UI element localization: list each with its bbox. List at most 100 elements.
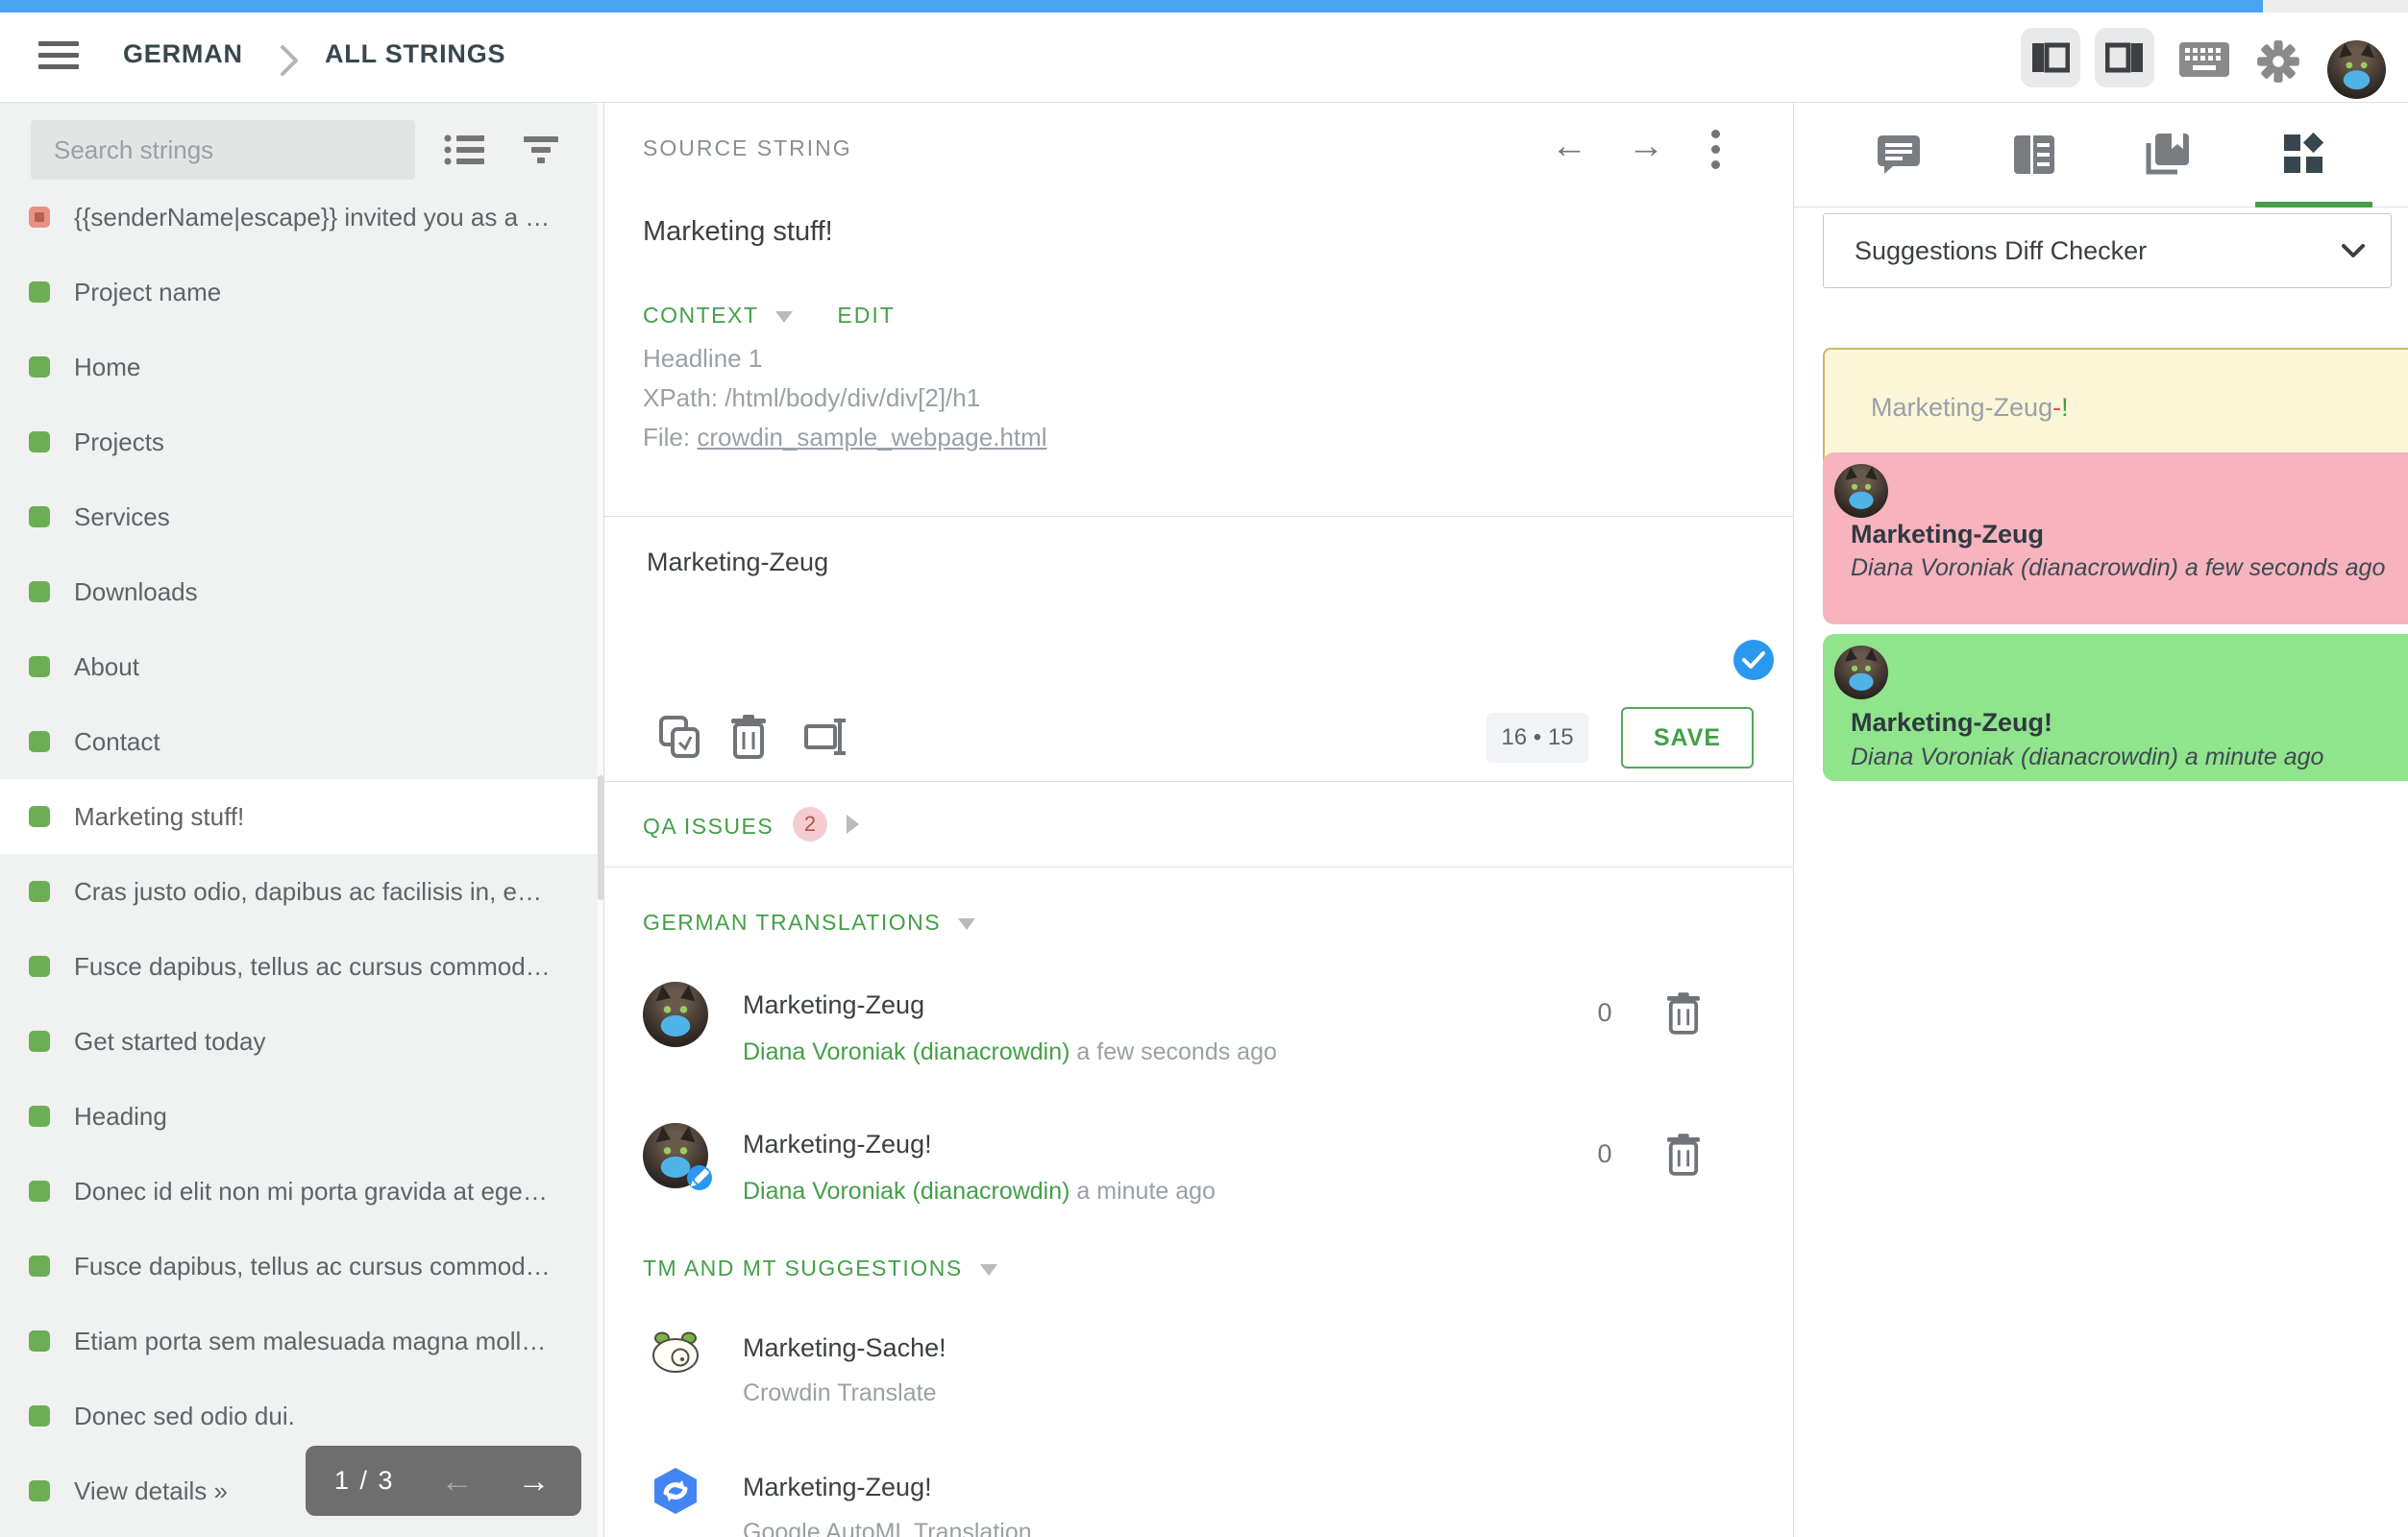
section-collapse-icon[interactable] bbox=[980, 1264, 997, 1276]
card-translation-text: Marketing-Zeug! bbox=[1851, 708, 2052, 738]
string-status-translated-icon bbox=[29, 806, 50, 827]
list-item[interactable]: Donec id elit non mi porta gravida at eg… bbox=[0, 1154, 598, 1229]
apps-dashboard-icon bbox=[2282, 133, 2326, 177]
string-status-translated-icon bbox=[29, 581, 50, 602]
translation-editor[interactable]: Marketing-Zeug bbox=[604, 516, 1795, 781]
copy-source-icon bbox=[658, 715, 700, 759]
search-input[interactable] bbox=[31, 120, 415, 180]
list-item[interactable]: Projects bbox=[0, 404, 598, 479]
list-item[interactable]: {{senderName|escape}} invited you as a … bbox=[0, 180, 598, 255]
diff-result-box: Marketing-Zeug-! bbox=[1823, 348, 2408, 467]
next-string-button[interactable]: → bbox=[1628, 128, 1664, 164]
translator-avatar bbox=[1834, 464, 1888, 518]
list-item[interactable]: Etiam porta sem malesuada magna moll… bbox=[0, 1304, 598, 1378]
german-translations-header[interactable]: GERMAN TRANSLATIONS bbox=[643, 910, 975, 936]
select-text-button[interactable] bbox=[804, 715, 848, 759]
comment-icon bbox=[1878, 135, 1920, 174]
trash-icon bbox=[1667, 1134, 1700, 1176]
suggestion-provider: Crowdin Translate bbox=[743, 1379, 936, 1407]
context-toggle[interactable]: CONTEXT bbox=[643, 303, 758, 328]
filter-icon[interactable] bbox=[522, 134, 560, 166]
string-status-translated-icon bbox=[29, 956, 50, 977]
suggestion-text: Marketing-Sache! bbox=[743, 1333, 946, 1363]
translation-votes: 0 bbox=[1585, 998, 1625, 1028]
qa-issues-label[interactable]: QA ISSUES bbox=[643, 814, 774, 840]
translations-lists: GERMAN TRANSLATIONS Marketing-Zeug Diana… bbox=[604, 867, 1795, 1537]
edit-context-button[interactable]: EDIT bbox=[837, 303, 895, 328]
section-collapse-icon[interactable] bbox=[958, 918, 975, 930]
translation-byline: Diana Voroniak (dianacrowdin) a minute a… bbox=[743, 1178, 1216, 1206]
character-counter: 16 • 15 bbox=[1487, 713, 1588, 763]
hamburger-menu-icon[interactable] bbox=[38, 41, 79, 74]
page-progress-track bbox=[0, 0, 2408, 12]
qa-issues-section[interactable]: QA ISSUES 2 bbox=[604, 781, 1795, 867]
context-info: Headline 1 XPath: /html/body/div/div[2]/… bbox=[643, 339, 1047, 457]
list-item[interactable]: Fusce dapibus, tellus ac cursus commod… bbox=[0, 1229, 598, 1304]
breadcrumb-project[interactable]: GERMAN bbox=[123, 39, 243, 69]
list-item[interactable]: Contact bbox=[0, 704, 598, 779]
list-item[interactable]: Heading bbox=[0, 1079, 598, 1154]
list-item[interactable]: Fusce dapibus, tellus ac cursus commod… bbox=[0, 929, 598, 1004]
string-menu-icon[interactable] bbox=[1711, 130, 1721, 176]
dropdown-value: Suggestions Diff Checker bbox=[1855, 236, 2341, 266]
approved-check-icon[interactable] bbox=[1733, 640, 1774, 680]
delete-translation-button[interactable] bbox=[731, 715, 766, 759]
context-collapse-icon[interactable] bbox=[775, 311, 793, 323]
glossary-books-icon bbox=[2145, 134, 2189, 176]
list-item[interactable]: About bbox=[0, 629, 598, 704]
qa-expand-icon[interactable] bbox=[847, 815, 859, 834]
translation-author-link[interactable]: Diana Voroniak (dianacrowdin) bbox=[743, 1038, 1069, 1065]
list-item-selected[interactable]: Marketing stuff! bbox=[0, 779, 598, 854]
user-avatar[interactable] bbox=[2327, 40, 2386, 99]
source-string-label: SOURCE STRING bbox=[643, 135, 852, 161]
string-status-translated-icon bbox=[29, 431, 50, 452]
delete-translation-row-button[interactable] bbox=[1667, 1134, 1700, 1176]
translation-input-text[interactable]: Marketing-Zeug bbox=[647, 548, 828, 577]
copy-source-button[interactable] bbox=[658, 715, 700, 759]
active-tab-indicator bbox=[2255, 202, 2372, 207]
translator-avatar bbox=[643, 982, 708, 1047]
pagination-next-icon[interactable]: → bbox=[518, 1465, 551, 1498]
pagination-prev-icon[interactable]: ← bbox=[441, 1465, 474, 1498]
layout-right-panel-button[interactable] bbox=[2095, 28, 2154, 87]
app-selector-dropdown[interactable]: Suggestions Diff Checker bbox=[1823, 213, 2392, 288]
trash-icon bbox=[1667, 992, 1700, 1035]
google-automl-icon bbox=[651, 1467, 700, 1515]
list-item[interactable]: Cras justo odio, dapibus ac facilisis in… bbox=[0, 854, 598, 929]
translation-author-link[interactable]: Diana Voroniak (dianacrowdin) bbox=[743, 1178, 1069, 1205]
chevron-down-icon bbox=[2341, 243, 2366, 258]
card-time: a few seconds ago bbox=[2185, 554, 2385, 581]
suggestion-provider: Google AutoML Translation bbox=[743, 1519, 1032, 1537]
tm-mt-suggestions-header[interactable]: TM AND MT SUGGESTIONS bbox=[643, 1256, 997, 1281]
string-list: {{senderName|escape}} invited you as a …… bbox=[0, 180, 598, 1528]
layout-left-panel-button[interactable] bbox=[2021, 28, 2080, 87]
list-view-icon[interactable] bbox=[444, 134, 484, 166]
list-item[interactable]: Services bbox=[0, 479, 598, 554]
glossary-tab[interactable] bbox=[2140, 130, 2194, 180]
diff-card-removed[interactable]: Marketing-Zeug Diana Voroniak (dianacrow… bbox=[1823, 452, 2408, 624]
apps-tab[interactable] bbox=[2277, 130, 2331, 180]
translation-votes: 0 bbox=[1585, 1139, 1625, 1169]
list-item[interactable]: Project name bbox=[0, 255, 598, 329]
list-item[interactable]: Downloads bbox=[0, 554, 598, 629]
string-status-hidden-icon bbox=[29, 207, 50, 228]
list-item[interactable]: Home bbox=[0, 329, 598, 404]
keyboard-shortcuts-button[interactable] bbox=[2179, 42, 2229, 77]
translation-time: a few seconds ago bbox=[1076, 1038, 1276, 1065]
breadcrumb-section[interactable]: ALL STRINGS bbox=[325, 39, 505, 69]
context-tab[interactable] bbox=[2007, 130, 2061, 180]
breadcrumb-chevron-icon bbox=[277, 41, 302, 80]
delete-translation-row-button[interactable] bbox=[1667, 992, 1700, 1035]
save-button[interactable]: SAVE bbox=[1621, 707, 1754, 768]
search-strings-box[interactable] bbox=[31, 120, 415, 180]
previous-string-button[interactable]: ← bbox=[1551, 128, 1587, 164]
comments-tab[interactable] bbox=[1872, 130, 1926, 180]
file-link[interactable]: crowdin_sample_webpage.html bbox=[697, 423, 1046, 451]
qa-issues-count-badge: 2 bbox=[793, 807, 827, 842]
suggestion-text: Marketing-Zeug! bbox=[743, 1473, 932, 1502]
diff-card-added[interactable]: Marketing-Zeug! Diana Voroniak (dianacro… bbox=[1823, 634, 2408, 781]
string-status-translated-icon bbox=[29, 506, 50, 527]
settings-button[interactable] bbox=[2256, 39, 2300, 84]
list-item[interactable]: Donec sed odio dui. bbox=[0, 1378, 598, 1453]
list-item[interactable]: Get started today bbox=[0, 1004, 598, 1079]
